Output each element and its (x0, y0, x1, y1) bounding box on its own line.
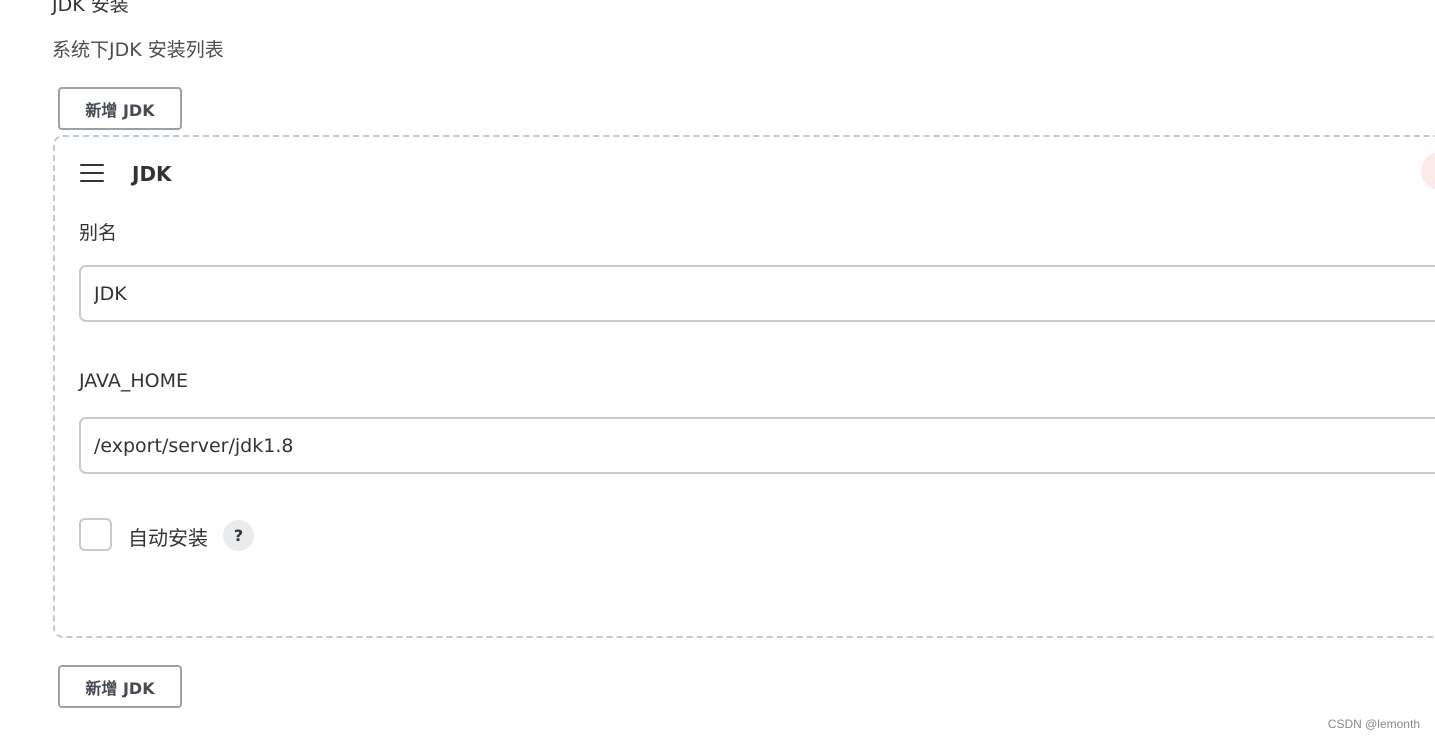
watermark: CSDN @lemonth (1327, 717, 1420, 731)
add-jdk-button-bottom[interactable]: 新增 JDK (58, 665, 182, 708)
auto-install-label[interactable]: 自动安装 (128, 522, 208, 551)
auto-install-checkbox[interactable] (79, 518, 112, 551)
jdk-item-card (53, 135, 1435, 638)
add-jdk-button-top[interactable]: 新增 JDK (58, 87, 182, 130)
jdk-item-title: JDK (132, 162, 172, 186)
java-home-input[interactable] (79, 417, 1435, 474)
alias-label: 别名 (79, 222, 118, 244)
section-title: JDK 安装 (52, 0, 129, 16)
section-description: 系统下JDK 安装列表 (52, 39, 224, 61)
help-icon[interactable]: ? (223, 520, 254, 551)
jdk-installations-section: JDK 安装 系统下JDK 安装列表 新增 JDK JDK 别名 JAVA_HO… (0, 0, 1435, 739)
drag-handle-icon[interactable] (80, 164, 104, 182)
java-home-label: JAVA_HOME (79, 370, 188, 392)
alias-input[interactable] (79, 265, 1435, 322)
